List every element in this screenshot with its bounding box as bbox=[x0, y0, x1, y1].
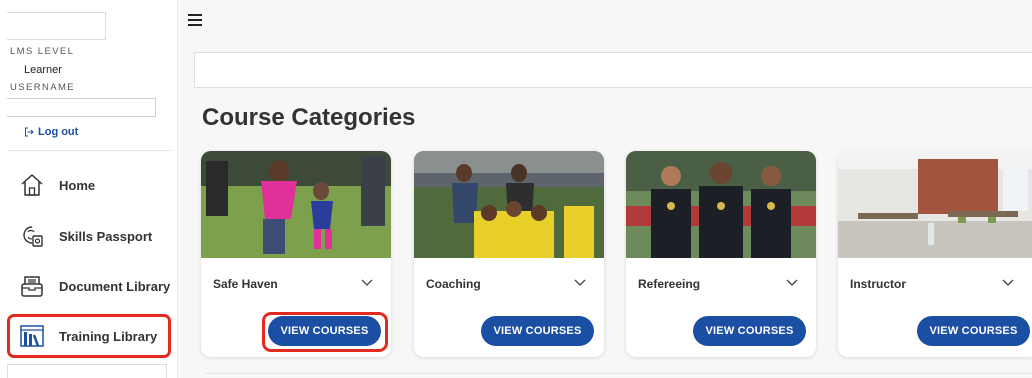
chevron-down-icon[interactable] bbox=[786, 279, 798, 287]
view-courses-button[interactable]: VIEW COURSES bbox=[693, 316, 806, 346]
sidebar-item-training-library[interactable]: Training Library bbox=[7, 314, 171, 358]
category-name: Coaching bbox=[426, 277, 481, 291]
category-card-coaching: Coaching VIEW COURSES bbox=[414, 151, 604, 357]
sidebar-item-document-library[interactable]: Document Library bbox=[7, 264, 171, 308]
chevron-down-icon[interactable] bbox=[1002, 279, 1014, 287]
training-library-icon bbox=[19, 323, 45, 349]
view-courses-button[interactable]: VIEW COURSES bbox=[268, 316, 381, 346]
sidebar-bottom-field bbox=[7, 364, 167, 378]
category-card-refereeing: Refereeing VIEW COURSES bbox=[626, 151, 816, 357]
profile-box bbox=[7, 12, 106, 40]
category-name: Refereeing bbox=[638, 277, 701, 291]
category-image bbox=[414, 151, 604, 258]
bottom-divider bbox=[205, 373, 1032, 374]
hamburger-menu-icon[interactable] bbox=[188, 14, 202, 26]
chevron-down-icon[interactable] bbox=[361, 279, 373, 287]
logout-icon bbox=[25, 127, 34, 137]
sidebar-item-home[interactable]: Home bbox=[7, 163, 171, 207]
view-courses-button[interactable]: VIEW COURSES bbox=[917, 316, 1030, 346]
chevron-down-icon[interactable] bbox=[574, 279, 586, 287]
lms-level-value: Learner bbox=[24, 64, 62, 76]
sidebar-item-label: Training Library bbox=[59, 328, 158, 344]
category-image bbox=[626, 151, 816, 258]
sidebar-item-skills-passport[interactable]: Skills Passport bbox=[7, 214, 171, 258]
category-name: Safe Haven bbox=[213, 277, 278, 291]
category-name: Instructor bbox=[850, 277, 907, 291]
document-library-icon bbox=[19, 273, 45, 299]
view-courses-button[interactable]: VIEW COURSES bbox=[481, 316, 594, 346]
sidebar-divider bbox=[7, 150, 171, 151]
lms-level-label: LMS LEVEL bbox=[10, 46, 75, 57]
home-icon bbox=[19, 172, 45, 198]
logout-label: Log out bbox=[38, 126, 79, 138]
sidebar-item-label: Home bbox=[59, 177, 96, 193]
username-label: USERNAME bbox=[10, 82, 76, 93]
page-title: Course Categories bbox=[202, 104, 416, 131]
sidebar-item-label: Skills Passport bbox=[59, 228, 153, 244]
passport-icon bbox=[19, 223, 45, 249]
category-image bbox=[201, 151, 391, 258]
sidebar-item-label: Document Library bbox=[59, 278, 171, 294]
sidebar: LMS LEVEL Learner USERNAME Log out Home … bbox=[0, 0, 178, 378]
search-panel bbox=[194, 52, 1032, 88]
main-content: Course Categories Safe Haven VIEW COURSE… bbox=[178, 40, 1032, 378]
category-card-instructor: Instructor VIEW COURSES bbox=[838, 151, 1032, 357]
category-image bbox=[838, 151, 1032, 258]
username-field bbox=[7, 98, 156, 117]
top-bar bbox=[178, 0, 1032, 40]
logout-link[interactable]: Log out bbox=[24, 126, 78, 138]
category-card-safe-haven: Safe Haven VIEW COURSES bbox=[201, 151, 391, 357]
